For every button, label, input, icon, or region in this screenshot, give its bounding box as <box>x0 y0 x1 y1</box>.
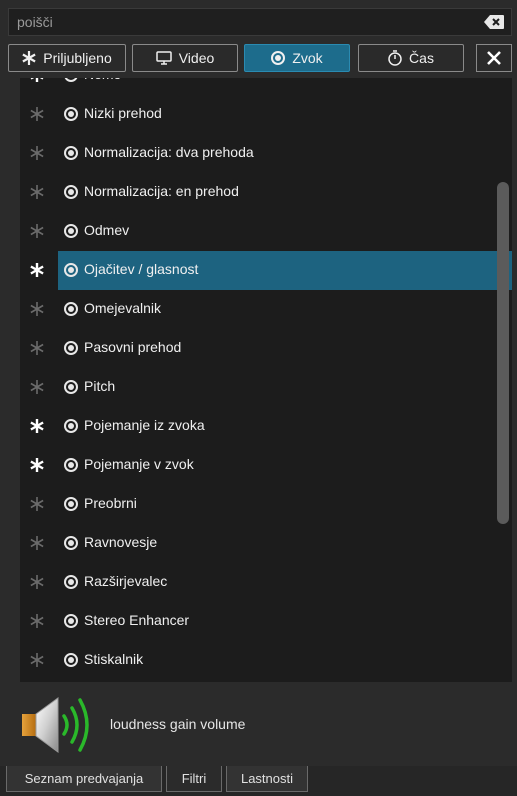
filter-item-label: Ravnovesje <box>84 534 158 550</box>
audio-filter-icon <box>64 302 78 316</box>
tab-label: Filtri <box>181 771 207 786</box>
favorite-star-icon[interactable] <box>28 183 46 201</box>
audio-filter-icon <box>64 653 78 667</box>
filter-list: Nemo Nizki prehod Normalizacija: dva preho… <box>20 78 512 682</box>
filter-item-label: Razširjevalec <box>84 573 168 589</box>
search-input[interactable] <box>13 11 481 33</box>
favorite-star-icon[interactable] <box>28 612 46 630</box>
star-icon <box>22 51 36 65</box>
description-text: loudness gain volume <box>110 716 246 732</box>
filter-item-label: Preobrni <box>84 495 137 511</box>
favorite-star-icon[interactable] <box>28 417 46 435</box>
tab-label: Seznam predvajanja <box>24 771 144 786</box>
filter-item[interactable]: Nizki prehod <box>20 95 512 134</box>
filter-item[interactable]: Ravnovesje <box>20 524 512 563</box>
favorite-star-icon[interactable] <box>28 144 46 162</box>
filter-item-label: Omejevalnik <box>84 300 162 316</box>
filter-item[interactable]: Stereo Enhancer <box>20 602 512 641</box>
filter-item[interactable]: Pitch <box>20 368 512 407</box>
close-filter-panel-button[interactable] <box>476 44 512 72</box>
filter-item[interactable]: Pojemanje iz zvoka <box>20 407 512 446</box>
tab-playlist[interactable]: Seznam predvajanja <box>6 766 162 792</box>
audio-filter-icon <box>64 341 78 355</box>
audio-filter-icon <box>64 185 78 199</box>
favorite-star-icon[interactable] <box>28 300 46 318</box>
tab-label: Čas <box>409 50 434 66</box>
bottom-tab-bar: Seznam predvajanja Filtri Lastnosti <box>0 766 517 796</box>
tab-favorites[interactable]: Priljubljeno <box>8 44 126 72</box>
filter-item[interactable]: Pasovni prehod <box>20 329 512 368</box>
filter-item[interactable]: Normalizacija: dva prehoda <box>20 134 512 173</box>
filter-item-highlight <box>58 368 512 407</box>
filter-item-label: Nizki prehod <box>84 105 162 121</box>
filter-item-label: Normalizacija: en prehod <box>84 183 239 199</box>
filter-description: loudness gain volume <box>8 688 512 762</box>
filter-item-label: Pojemanje v zvok <box>84 456 194 472</box>
filter-item[interactable]: Pojemanje v zvok <box>20 446 512 485</box>
favorite-star-icon[interactable] <box>28 222 46 240</box>
tab-audio[interactable]: Zvok <box>244 44 350 72</box>
audio-filter-icon <box>64 614 78 628</box>
audio-filter-icon <box>64 263 78 277</box>
filter-item-label: Pitch <box>84 378 116 394</box>
audio-filter-icon <box>64 146 78 160</box>
filter-item-label: Nemo <box>84 78 121 82</box>
favorite-star-icon[interactable] <box>28 378 46 396</box>
audio-filter-icon <box>64 575 78 589</box>
audio-filter-icon <box>64 419 78 433</box>
audio-filter-icon <box>64 224 78 238</box>
backspace-icon <box>484 15 504 29</box>
audio-filter-icon <box>64 107 78 121</box>
audio-filter-icon <box>64 497 78 511</box>
filter-item-label: Odmev <box>84 222 130 238</box>
tab-label: Lastnosti <box>240 771 294 786</box>
favorite-star-icon[interactable] <box>28 651 46 669</box>
audio-filter-icon <box>64 380 78 394</box>
filter-item-highlight <box>58 78 512 95</box>
audio-filter-icon <box>64 458 78 472</box>
tab-label: Priljubljeno <box>43 50 112 66</box>
filter-item[interactable]: Razširjevalec <box>20 563 512 602</box>
filter-item[interactable]: Omejevalnik <box>20 290 512 329</box>
tab-label: Zvok <box>292 50 323 66</box>
stopwatch-icon <box>388 50 402 66</box>
favorite-star-icon[interactable] <box>28 339 46 357</box>
favorite-star-icon[interactable] <box>28 534 46 552</box>
tab-video[interactable]: Video <box>132 44 238 72</box>
filter-item[interactable]: Ojačitev / glasnost <box>20 251 512 290</box>
filter-item-label: Pasovni prehod <box>84 339 182 355</box>
favorite-star-icon[interactable] <box>28 456 46 474</box>
audio-filter-icon <box>64 536 78 550</box>
favorite-star-icon[interactable] <box>28 573 46 591</box>
filter-item[interactable]: Stiskalnik <box>20 641 512 680</box>
favorite-star-icon[interactable] <box>28 495 46 513</box>
favorite-star-icon[interactable] <box>28 105 46 123</box>
tab-time[interactable]: Čas <box>358 44 464 72</box>
clear-search-button[interactable] <box>483 13 505 31</box>
filter-item-label: Normalizacija: dva prehoda <box>84 144 254 160</box>
filter-item-label: Stereo Enhancer <box>84 612 190 628</box>
filter-item-label: Ojačitev / glasnost <box>84 261 199 277</box>
filter-item-label: Stiskalnik <box>84 651 144 667</box>
filter-item[interactable]: Normalizacija: en prehod <box>20 173 512 212</box>
filter-item[interactable]: Nemo <box>20 78 512 95</box>
tab-properties[interactable]: Lastnosti <box>226 766 308 792</box>
monitor-icon <box>155 51 172 65</box>
close-icon <box>487 51 501 65</box>
tab-label: Video <box>178 50 215 66</box>
category-tabs: Priljubljeno Video Zvok Čas <box>8 44 512 72</box>
speaker-volume-icon <box>22 697 89 753</box>
audio-icon <box>271 51 286 65</box>
filter-item[interactable]: Preobrni <box>20 485 512 524</box>
favorite-star-icon[interactable] <box>28 261 46 279</box>
list-scrollbar[interactable] <box>497 182 509 524</box>
filter-item-label: Pojemanje iz zvoka <box>84 417 205 433</box>
tab-filters[interactable]: Filtri <box>166 766 222 792</box>
favorite-star-icon[interactable] <box>28 78 46 84</box>
filter-item[interactable]: Odmev <box>20 212 512 251</box>
search-bar <box>8 8 512 36</box>
